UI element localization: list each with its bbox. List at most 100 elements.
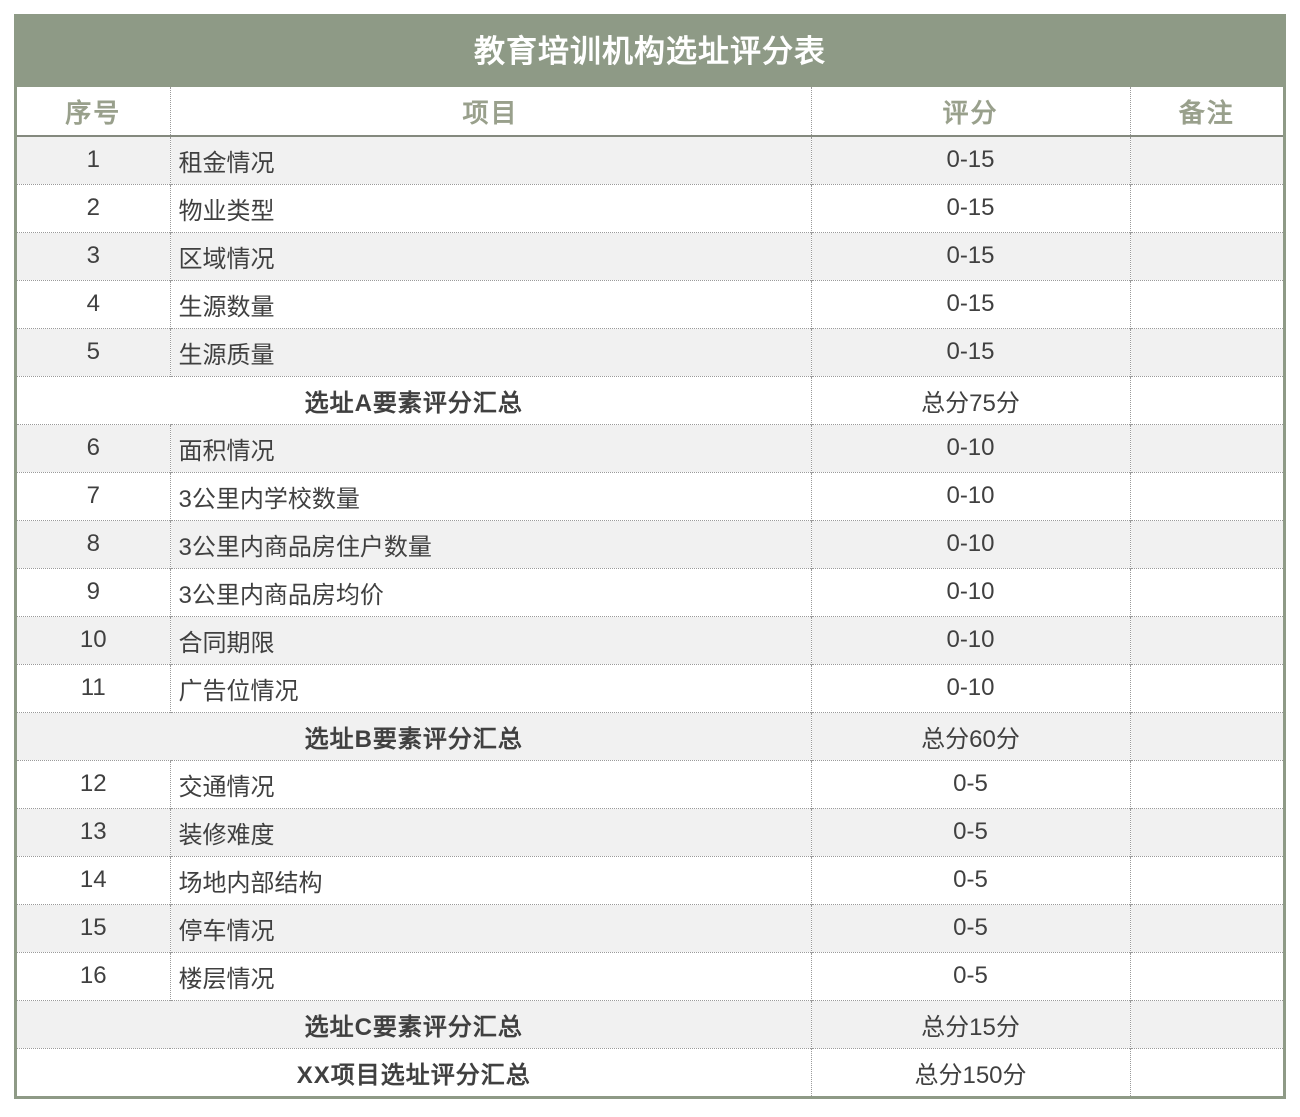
score-range: 0-5	[810, 951, 1130, 1000]
note-cell	[1129, 999, 1283, 1048]
table-row: 5 生源质量 0-15	[17, 327, 1283, 376]
score-range: 0-10	[810, 519, 1130, 568]
row-number: 8	[17, 519, 170, 568]
table-row: 7 3公里内学校数量 0-10	[17, 471, 1283, 520]
item-name: 生源质量	[169, 327, 811, 376]
score-range: 0-15	[810, 231, 1130, 280]
score-range: 0-10	[810, 471, 1130, 520]
summary-score: 总分75分	[810, 375, 1130, 424]
column-header-item: 项目	[169, 87, 811, 137]
table-row: 11 广告位情况 0-10	[17, 663, 1283, 712]
note-cell	[1129, 136, 1283, 184]
row-number: 14	[17, 855, 170, 904]
table-row: 14 场地内部结构 0-5	[17, 855, 1283, 904]
table-body: 1 租金情况 0-15 2 物业类型 0-15 3 区域情况 0-15 4 生源数量 0-15 5 生源质…	[17, 136, 1283, 1096]
item-name: 生源数量	[169, 279, 811, 328]
summary-score: 总分15分	[810, 999, 1130, 1048]
row-number: 16	[17, 951, 170, 1000]
table-row: 15 停车情况 0-5	[17, 903, 1283, 952]
table-row: 1 租金情况 0-15	[17, 136, 1283, 184]
column-header-note: 备注	[1129, 87, 1283, 137]
score-range: 0-15	[810, 136, 1130, 184]
table-title: 教育培训机构选址评分表	[17, 17, 1283, 87]
item-name: 广告位情况	[169, 663, 811, 712]
row-number: 7	[17, 471, 170, 520]
table-row: 12 交通情况 0-5	[17, 759, 1283, 808]
item-name: 场地内部结构	[169, 855, 811, 904]
score-range: 0-5	[810, 903, 1130, 952]
summary-row: XX项目选址评分汇总 总分150分	[17, 1047, 1283, 1096]
summary-row: 选址A要素评分汇总 总分75分	[17, 375, 1283, 424]
note-cell	[1129, 231, 1283, 280]
table-row: 3 区域情况 0-15	[17, 231, 1283, 280]
score-range: 0-5	[810, 807, 1130, 856]
note-cell	[1129, 183, 1283, 232]
table-row: 9 3公里内商品房均价 0-10	[17, 567, 1283, 616]
item-name: 合同期限	[169, 615, 811, 664]
note-cell	[1129, 615, 1283, 664]
note-cell	[1129, 1047, 1283, 1096]
note-cell	[1129, 471, 1283, 520]
row-number: 10	[17, 615, 170, 664]
table-row: 2 物业类型 0-15	[17, 183, 1283, 232]
note-cell	[1129, 279, 1283, 328]
row-number: 3	[17, 231, 170, 280]
note-cell	[1129, 855, 1283, 904]
row-number: 1	[17, 136, 170, 184]
score-table-frame: 教育培训机构选址评分表 序号 项目 评分 备注 1 租金情况 0-15 2 物业类型 0-…	[14, 14, 1286, 1099]
item-name: 3公里内学校数量	[169, 471, 811, 520]
item-name: 3公里内商品房均价	[169, 567, 811, 616]
row-number: 4	[17, 279, 170, 328]
column-header-no: 序号	[17, 87, 170, 137]
table-row: 16 楼层情况 0-5	[17, 951, 1283, 1000]
item-name: 物业类型	[169, 183, 811, 232]
item-name: 租金情况	[169, 136, 811, 184]
item-name: 楼层情况	[169, 951, 811, 1000]
score-range: 0-15	[810, 183, 1130, 232]
row-number: 11	[17, 663, 170, 712]
item-name: 交通情况	[169, 759, 811, 808]
note-cell	[1129, 327, 1283, 376]
header-row: 序号 项目 评分 备注	[17, 87, 1283, 137]
row-number: 6	[17, 423, 170, 472]
score-range: 0-10	[810, 567, 1130, 616]
note-cell	[1129, 423, 1283, 472]
note-cell	[1129, 759, 1283, 808]
table-row: 13 装修难度 0-5	[17, 807, 1283, 856]
note-cell	[1129, 567, 1283, 616]
table-row: 8 3公里内商品房住户数量 0-10	[17, 519, 1283, 568]
note-cell	[1129, 951, 1283, 1000]
item-name: 区域情况	[169, 231, 811, 280]
row-number: 9	[17, 567, 170, 616]
page: 教育培训机构选址评分表 序号 项目 评分 备注 1 租金情况 0-15 2 物业类型 0-…	[0, 0, 1300, 1117]
summary-score: 总分150分	[810, 1047, 1130, 1096]
note-cell	[1129, 807, 1283, 856]
row-number: 15	[17, 903, 170, 952]
row-number: 13	[17, 807, 170, 856]
column-header-score: 评分	[810, 87, 1130, 137]
row-number: 12	[17, 759, 170, 808]
score-range: 0-15	[810, 279, 1130, 328]
summary-row: 选址B要素评分汇总 总分60分	[17, 711, 1283, 760]
score-range: 0-5	[810, 855, 1130, 904]
score-range: 0-10	[810, 663, 1130, 712]
score-range: 0-10	[810, 423, 1130, 472]
score-range: 0-10	[810, 615, 1130, 664]
table-row: 10 合同期限 0-10	[17, 615, 1283, 664]
note-cell	[1129, 711, 1283, 760]
item-name: 3公里内商品房住户数量	[169, 519, 811, 568]
summary-label: XX项目选址评分汇总	[17, 1047, 811, 1096]
summary-score: 总分60分	[810, 711, 1130, 760]
table-row: 6 面积情况 0-10	[17, 423, 1283, 472]
note-cell	[1129, 519, 1283, 568]
item-name: 面积情况	[169, 423, 811, 472]
table-row: 4 生源数量 0-15	[17, 279, 1283, 328]
score-range: 0-15	[810, 327, 1130, 376]
note-cell	[1129, 903, 1283, 952]
summary-row: 选址C要素评分汇总 总分15分	[17, 999, 1283, 1048]
row-number: 2	[17, 183, 170, 232]
score-range: 0-5	[810, 759, 1130, 808]
summary-label: 选址C要素评分汇总	[17, 999, 811, 1048]
row-number: 5	[17, 327, 170, 376]
note-cell	[1129, 375, 1283, 424]
